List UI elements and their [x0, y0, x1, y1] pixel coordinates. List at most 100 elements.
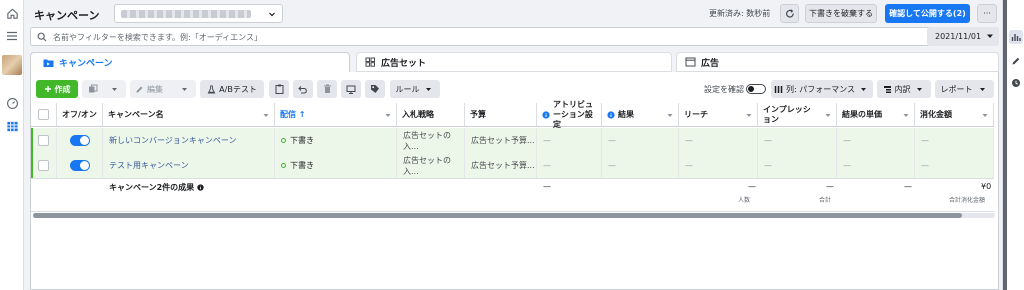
- totals-label-cell: キャンペーン2件の成果: [109, 182, 204, 193]
- totals-cost-per-result: —: [904, 182, 912, 191]
- select-all-header: [31, 103, 57, 127]
- tab-campaigns-label: キャンペーン: [59, 59, 113, 69]
- breakdown-icon: [883, 85, 892, 94]
- pencil-icon: [135, 85, 144, 94]
- col-header-name[interactable]: キャンペーン名: [103, 103, 275, 127]
- cost-per-result-cell: —: [837, 153, 915, 178]
- col-header-cost-per-result-label: 結果の単価: [842, 110, 882, 119]
- campaign-toggle[interactable]: [69, 135, 90, 146]
- refresh-icon: [785, 8, 795, 19]
- col-header-cost-per-result[interactable]: 結果の単価: [837, 103, 915, 127]
- duplicate-icon: [88, 84, 98, 94]
- campaign-name-link[interactable]: 新しいコンバージョンキャンペーン: [103, 128, 275, 153]
- preview-button[interactable]: [341, 80, 361, 98]
- col-header-budget[interactable]: 予算: [465, 103, 537, 127]
- avatar[interactable]: [2, 55, 22, 75]
- duplicate-button[interactable]: [82, 80, 126, 98]
- col-header-onoff[interactable]: オフ/オン: [57, 103, 103, 127]
- columns-dropdown[interactable]: 列: パフォーマンス: [771, 80, 873, 98]
- tag-icon: [370, 84, 380, 94]
- col-header-results[interactable]: 結果: [602, 103, 679, 127]
- ab-test-button[interactable]: A/Bテスト: [200, 80, 264, 98]
- more-options-button[interactable]: ···: [977, 4, 997, 23]
- tab-adsets[interactable]: 広告セット: [356, 52, 672, 72]
- totals-reach-sub: 人数: [738, 197, 751, 204]
- chevron-down-icon: [268, 10, 276, 18]
- refresh-button[interactable]: [780, 4, 799, 23]
- impressions-cell: —: [758, 128, 837, 153]
- table-row[interactable]: 新しいコンバージョンキャンペーン 下書き 広告セットの入... 広告セット予算.…: [31, 128, 994, 153]
- columns-label: 列: パフォーマンス: [785, 84, 856, 94]
- tab-ads[interactable]: 広告: [676, 52, 999, 72]
- campaign-toggle[interactable]: [69, 160, 90, 171]
- budget-cell: 広告セット予算...: [465, 128, 537, 153]
- col-header-bid[interactable]: 入札戦略: [397, 103, 465, 127]
- search-icon: [37, 32, 47, 42]
- info-icon: [607, 110, 615, 119]
- chevron-down-icon: [916, 86, 923, 93]
- review-publish-button[interactable]: 確認して公開する(2): [885, 4, 970, 23]
- undo-button[interactable]: [293, 80, 313, 98]
- reports-dropdown[interactable]: レポート: [935, 80, 994, 98]
- history-icon[interactable]: [1009, 76, 1023, 90]
- menu-icon[interactable]: [4, 28, 20, 44]
- ab-test-label: A/Bテスト: [219, 84, 257, 94]
- create-button[interactable]: 作成: [36, 80, 78, 98]
- discard-drafts-button[interactable]: 下書きを破棄する: [805, 4, 877, 23]
- sort-icon: [263, 113, 269, 118]
- ads-manager-grid-icon[interactable]: [4, 118, 20, 134]
- pencil-icon[interactable]: [1009, 54, 1023, 68]
- sort-icon: [746, 113, 752, 118]
- settings-check-label: 設定を確認: [704, 84, 744, 94]
- account-selector[interactable]: [114, 4, 283, 23]
- rules-label: ルール: [395, 84, 420, 94]
- budget-cell: 広告セット予算...: [465, 153, 537, 178]
- col-header-delivery[interactable]: 配信 ↑: [275, 103, 397, 127]
- select-all-checkbox[interactable]: [38, 109, 49, 120]
- col-header-reach[interactable]: リーチ: [679, 103, 758, 127]
- row-toggle-cell: [57, 153, 103, 178]
- horizontal-scrollbar[interactable]: [33, 213, 995, 218]
- rules-dropdown[interactable]: ルール: [390, 80, 440, 98]
- search-filter-bar[interactable]: 名前やフィルターを検索できます。例:「オーディエンス」: [30, 27, 999, 46]
- sort-icon: [667, 113, 673, 118]
- delivery-cell: 下書き: [275, 128, 397, 153]
- col-header-spend[interactable]: 消化金額: [915, 103, 994, 127]
- search-placeholder: 名前やフィルターを検索できます。例:「オーディエンス」: [53, 33, 263, 42]
- delete-button[interactable]: [317, 80, 337, 98]
- tab-campaigns[interactable]: キャンペーン: [30, 52, 350, 72]
- left-nav: [0, 0, 24, 290]
- bid-strategy-cell: 広告セットの入...: [397, 128, 465, 153]
- clipboard-button[interactable]: [269, 80, 289, 98]
- flask-icon: [207, 84, 216, 94]
- chevron-down-icon: [979, 86, 986, 93]
- totals-attribution: —: [543, 182, 551, 191]
- col-header-impressions[interactable]: インプレッシ ョン: [758, 103, 837, 127]
- date-range-selector[interactable]: 2021/11/01: [927, 27, 999, 46]
- edit-button[interactable]: 編集: [130, 80, 196, 98]
- chart-icon[interactable]: [1009, 30, 1023, 44]
- table-row[interactable]: テスト用キャンペーン 下書き 広告セットの入... 広告セット予算... — —…: [31, 153, 994, 178]
- breakdown-dropdown[interactable]: 内訳: [877, 80, 931, 98]
- row-checkbox[interactable]: [38, 135, 49, 146]
- adset-grid-icon: [365, 57, 376, 67]
- tag-button[interactable]: [365, 80, 385, 98]
- create-label: 作成: [54, 84, 71, 94]
- home-icon[interactable]: [4, 5, 20, 21]
- row-checkbox[interactable]: [38, 160, 49, 171]
- chevron-down-icon: [181, 86, 188, 93]
- spend-cell: —: [915, 153, 994, 178]
- trash-icon: [323, 84, 332, 94]
- dashboard-icon[interactable]: [4, 95, 20, 111]
- reach-cell: —: [679, 128, 758, 153]
- toggle-knob: [79, 161, 89, 170]
- folder-icon: [43, 58, 54, 68]
- row-checkbox-cell: [31, 153, 57, 178]
- chevron-down-icon: [111, 86, 118, 93]
- top-header: キャンペーン 更新済み: 数秒前 下書きを破棄する 確認して公開する(2) ··…: [24, 0, 1002, 27]
- settings-check-toggle[interactable]: [746, 84, 766, 94]
- last-updated-text: 更新済み: 数秒前: [709, 9, 771, 18]
- col-header-attribution[interactable]: アトリビュ ーション設定: [537, 100, 602, 129]
- campaign-name-link[interactable]: テスト用キャンペーン: [103, 153, 275, 178]
- scrollbar-thumb[interactable]: [33, 213, 962, 218]
